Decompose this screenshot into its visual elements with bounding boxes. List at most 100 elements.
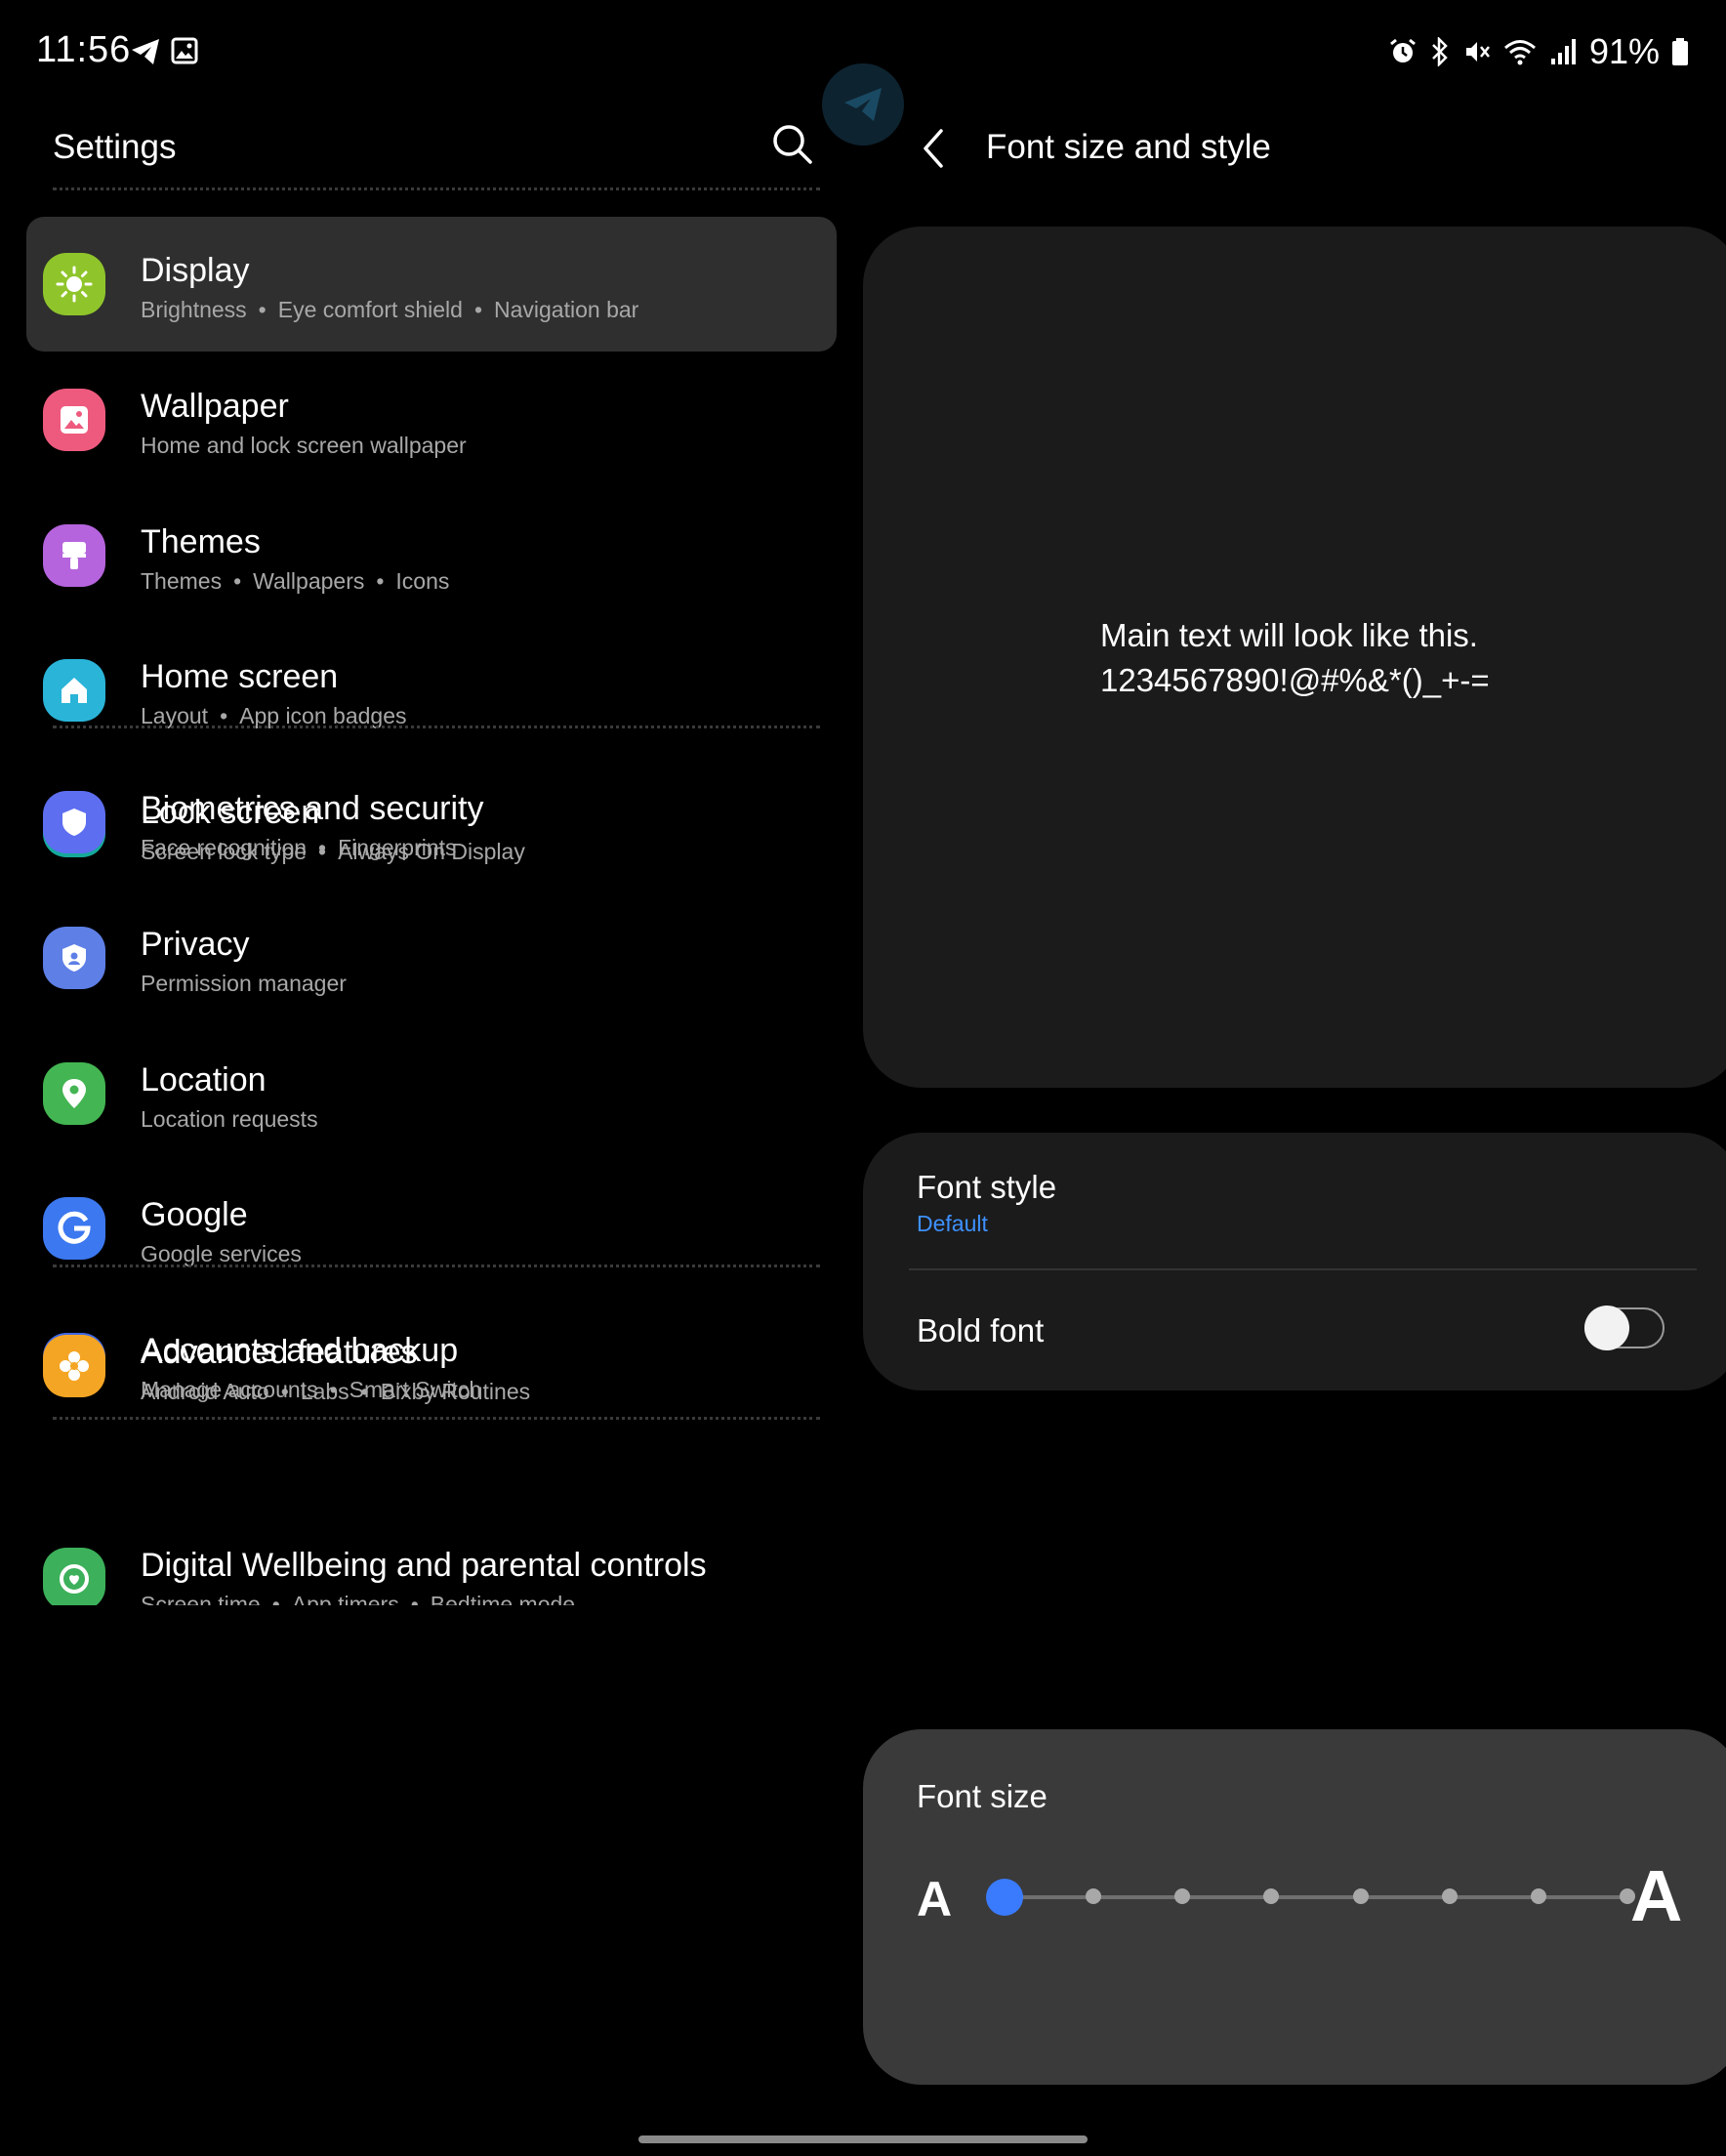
font-options-card: Font style Default Bold font — [863, 1133, 1726, 1390]
bold-font-toggle[interactable] — [1584, 1306, 1664, 1350]
settings-item-digital-wellbeing-and-parental-controls[interactable]: Digital Wellbeing and parental controls S… — [26, 1512, 837, 1605]
settings-item-google[interactable]: Google Google services — [26, 1161, 837, 1296]
settings-item-display[interactable]: Display Brightness • Eye comfort shield • Nav… — [26, 217, 837, 352]
settings-item-subtitle: Brightness • Eye comfort shield • Navigation… — [141, 297, 638, 323]
settings-item-privacy[interactable]: Privacy Permission manager — [26, 891, 837, 1025]
gesture-home-bar[interactable] — [638, 2135, 1088, 2143]
separator-dot: • — [410, 1592, 419, 1605]
settings-item-title: Digital Wellbeing and parental controls — [141, 1547, 707, 1584]
settings-item-subtitle: Screen time • App timers • Bedtime mode — [141, 1592, 575, 1605]
settings-item-subtitle-part: Eye comfort shield — [277, 297, 463, 322]
options-divider — [909, 1268, 1697, 1270]
settings-item-subtitle-part: Location requests — [141, 1105, 318, 1132]
font-size-slider-thumb[interactable] — [986, 1879, 1023, 1916]
font-size-step-dot[interactable] — [1263, 1888, 1280, 1904]
settings-item-subtitle: Location requests — [141, 1106, 318, 1133]
section-divider — [53, 1417, 820, 1420]
toggle-knob — [1584, 1306, 1629, 1350]
section-divider — [53, 726, 820, 728]
font-style-label[interactable]: Font style — [917, 1169, 1056, 1206]
settings-item-title: Biometrics and security — [141, 790, 484, 827]
privacy-icon — [43, 926, 105, 989]
font-style-value[interactable]: Default — [917, 1211, 988, 1237]
telegram-floating-bubble[interactable] — [822, 63, 904, 145]
settings-item-subtitle: Permission manager — [141, 971, 347, 997]
settings-item-title: Location — [141, 1060, 267, 1099]
mute-icon — [1465, 42, 1490, 62]
status-system-icons: 91% — [1388, 31, 1689, 72]
settings-item-location[interactable]: Location Location requests — [26, 1026, 837, 1161]
gallery-notification-icon — [171, 37, 198, 64]
wallpaper-icon — [43, 388, 105, 451]
settings-item-title: Home screen — [141, 658, 339, 696]
settings-item-advanced-features[interactable]: Advanced features Android Auto • Labs • Bixby… — [26, 1299, 837, 1433]
separator-dot: • — [280, 1379, 289, 1404]
bold-font-label[interactable]: Bold font — [917, 1312, 1044, 1349]
font-size-step-dot[interactable] — [1086, 1888, 1102, 1904]
font-size-step-dot[interactable] — [1441, 1888, 1458, 1904]
bluetooth-icon — [1432, 37, 1448, 66]
settings-item-subtitle: Android Auto • Labs • Bixby Routines — [141, 1379, 530, 1405]
font-size-step-dot[interactable] — [1352, 1888, 1369, 1904]
font-preview-text: Main text will look like this. 123456789… — [1100, 613, 1490, 703]
settings-item-title: Themes — [141, 522, 261, 560]
settings-item-subtitle-part: Bedtime mode — [430, 1592, 576, 1605]
settings-item-subtitle-part: Bixby Routines — [380, 1379, 531, 1404]
separator-dot: • — [233, 567, 242, 594]
search-button[interactable] — [769, 121, 818, 170]
settings-item-title: Wallpaper — [141, 387, 289, 425]
settings-item-subtitle-part: Face recognition — [141, 835, 308, 860]
settings-item-subtitle-part: Wallpapers — [253, 567, 365, 594]
location-icon — [43, 1061, 105, 1125]
settings-item-subtitle: Themes • Wallpapers • Icons — [141, 568, 449, 595]
settings-item-subtitle-part: Labs — [300, 1379, 349, 1404]
section-divider — [53, 187, 820, 190]
font-size-label: Font size — [917, 1778, 1048, 1814]
settings-item-subtitle-part: Fingerprints — [338, 835, 457, 860]
sun-icon — [43, 253, 105, 315]
font-size-step-dot[interactable] — [1530, 1888, 1546, 1904]
settings-item-subtitle: Home and lock screen wallpaper — [141, 433, 467, 459]
back-arrow-icon — [924, 129, 943, 168]
search-icon — [773, 125, 812, 164]
advanced-icon — [43, 1335, 105, 1397]
font-size-card: Font size A A — [863, 1729, 1726, 2085]
settings-item-wallpaper[interactable]: Wallpaper Home and lock screen wallpaper — [26, 352, 837, 487]
settings-item-themes[interactable]: Themes Themes • Wallpapers • Icons — [26, 488, 837, 623]
back-button[interactable] — [918, 127, 947, 170]
settings-item-subtitle: Face recognition • Fingerprints — [141, 835, 457, 861]
shield-icon — [43, 791, 105, 853]
wellbeing-icon — [43, 1548, 105, 1605]
telegram-icon — [844, 88, 882, 121]
battery-icon — [1672, 38, 1688, 65]
section-divider — [53, 1265, 820, 1267]
settings-title: Settings — [53, 128, 177, 166]
settings-item-home-screen[interactable]: Home screen Layout • App icon badges — [26, 623, 837, 758]
font-preview-card: Main text will look like this. 123456789… — [863, 227, 1726, 1088]
separator-dot: • — [376, 567, 385, 594]
home-icon — [43, 659, 105, 723]
alarm-icon — [1390, 38, 1416, 62]
status-time: 11:56 — [36, 29, 132, 70]
wifi-icon — [1503, 40, 1536, 65]
settings-item-subtitle-part: Icons — [395, 567, 450, 594]
status-notification-icons — [130, 37, 198, 66]
font-size-step-dot[interactable] — [1174, 1888, 1191, 1904]
signal-icon — [1550, 39, 1576, 64]
preview-line-1: Main text will look like this. — [1100, 617, 1478, 653]
settings-item-subtitle-part: Android Auto — [141, 1379, 269, 1404]
separator-dot: • — [258, 297, 267, 322]
settings-item-title: Google — [141, 1196, 248, 1234]
telegram-notification-icon — [132, 39, 159, 64]
settings-item-subtitle-part: Themes — [141, 567, 223, 594]
battery-percent: 91% — [1588, 31, 1660, 71]
settings-item-biometrics-and-security[interactable]: Biometrics and security Face recognition •… — [26, 755, 837, 890]
page-title: Font size and style — [986, 128, 1271, 166]
settings-item-title: Advanced features — [141, 1334, 418, 1371]
settings-item-subtitle-part: Brightness — [141, 297, 247, 322]
separator-dot: • — [360, 1379, 369, 1404]
separator-dot: • — [473, 297, 482, 322]
google-icon — [43, 1197, 105, 1261]
settings-item-title: Privacy — [141, 925, 250, 963]
settings-item-subtitle-part: Permission manager — [141, 970, 347, 996]
